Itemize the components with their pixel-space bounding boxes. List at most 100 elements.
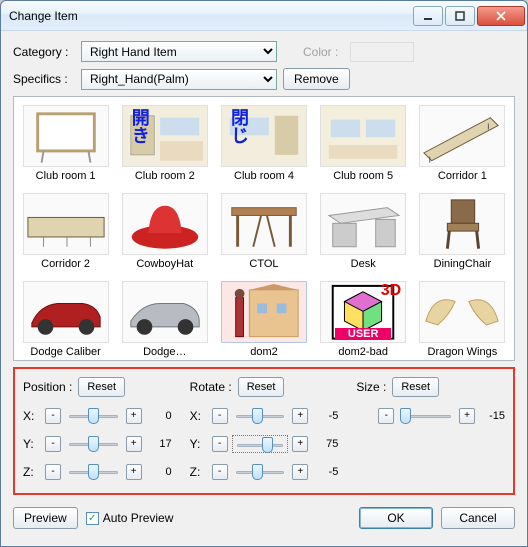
transform-controls: Position : Reset X:-+0Y:-+17Z:-+0 Rotate… [13, 367, 515, 495]
decrement-button[interactable]: - [212, 408, 228, 424]
gallery-thumb [419, 281, 505, 343]
rotate-slider[interactable] [232, 435, 289, 453]
rotate-reset-button[interactable]: Reset [238, 377, 285, 397]
auto-preview-checkbox[interactable]: ✓ Auto Preview [86, 511, 174, 525]
axis-label: Z: [23, 465, 41, 479]
gallery-caption: Dodge Caliber [20, 343, 110, 361]
remove-button[interactable]: Remove [283, 68, 350, 90]
increment-button[interactable]: + [292, 464, 308, 480]
rotate-slider[interactable] [232, 407, 289, 425]
gallery-item[interactable]: dom2 [214, 275, 313, 361]
auto-preview-label: Auto Preview [103, 511, 174, 525]
gallery-item[interactable]: Club room 1 [16, 99, 115, 187]
size-slider[interactable] [398, 407, 455, 425]
maximize-button[interactable] [445, 6, 475, 26]
size-reset-button[interactable]: Reset [392, 377, 439, 397]
decrement-button[interactable]: - [212, 436, 228, 452]
color-chip [350, 42, 414, 62]
gallery-caption: CTOL [219, 255, 309, 273]
cancel-button[interactable]: Cancel [441, 507, 515, 529]
gallery-item[interactable]: Dragon Wings [413, 275, 512, 361]
gallery-thumb [320, 105, 406, 167]
gallery-item[interactable]: Corridor 1 [413, 99, 512, 187]
ok-button[interactable]: OK [359, 507, 433, 529]
size-label: Size : [356, 380, 386, 394]
rotate-column: Rotate : Reset X:-+-5Y:-+75Z:-+-5 [190, 377, 339, 487]
minimize-button[interactable] [413, 6, 443, 26]
item-gallery[interactable]: Club room 1開きClub room 2閉じClub room 4Clu… [13, 96, 515, 361]
axis-value: 0 [146, 410, 172, 422]
increment-button[interactable]: + [292, 436, 308, 452]
gallery-thumb: 開き [122, 105, 208, 167]
gallery-caption: Dragon Wings [417, 343, 507, 361]
check-icon: ✓ [86, 512, 99, 525]
position-axis-row: Y:-+17 [23, 433, 172, 455]
increment-button[interactable]: + [126, 436, 142, 452]
client-area: Category : Right Hand Item Color : Speci… [1, 31, 527, 546]
gallery-item[interactable]: 3DUSERdom2-bad [314, 275, 413, 361]
decrement-button[interactable]: - [45, 408, 61, 424]
decrement-button[interactable]: - [45, 436, 61, 452]
decrement-button[interactable]: - [378, 408, 394, 424]
position-label: Position : [23, 380, 72, 394]
gallery-caption: dom2 [219, 343, 309, 361]
gallery-item[interactable]: Club room 5 [314, 99, 413, 187]
axis-value: 75 [312, 438, 338, 450]
decrement-button[interactable]: - [45, 464, 61, 480]
position-reset-button[interactable]: Reset [78, 377, 125, 397]
gallery-item[interactable]: Desk [314, 187, 413, 275]
position-slider[interactable] [65, 407, 122, 425]
footer: Preview ✓ Auto Preview OK Cancel [13, 501, 515, 529]
gallery-thumb [122, 281, 208, 343]
increment-button[interactable]: + [126, 408, 142, 424]
axis-label: X: [23, 409, 41, 423]
gallery-item[interactable]: Corridor 2 [16, 187, 115, 275]
increment-button[interactable]: + [292, 408, 308, 424]
gallery-caption: Corridor 2 [20, 255, 110, 273]
titlebar[interactable]: Change Item [1, 1, 527, 31]
gallery-item[interactable]: 閉じClub room 4 [214, 99, 313, 187]
rotate-axis-row: Z:-+-5 [190, 461, 339, 483]
gallery-item[interactable]: CTOL [214, 187, 313, 275]
axis-value: -15 [479, 410, 505, 422]
gallery-caption: dom2-bad [318, 343, 408, 361]
axis-label: Y: [23, 437, 41, 451]
position-axis-row: Z:- +0 [23, 461, 172, 483]
category-select[interactable]: Right Hand Item [81, 41, 277, 62]
gallery-thumb [23, 105, 109, 167]
gallery-caption: Club room 4 [219, 167, 309, 185]
increment-button[interactable]: + [459, 408, 475, 424]
gallery-thumb [122, 193, 208, 255]
position-slider[interactable] [65, 463, 122, 481]
gallery-thumb [23, 193, 109, 255]
gallery-caption: Club room 1 [20, 167, 110, 185]
preview-button[interactable]: Preview [13, 507, 78, 529]
position-slider[interactable] [65, 435, 122, 453]
gallery-thumb [23, 281, 109, 343]
gallery-item[interactable]: Dodge… [115, 275, 214, 361]
category-label: Category : [13, 45, 75, 59]
gallery-caption: Club room 2 [120, 167, 210, 185]
gallery-caption: Club room 5 [318, 167, 408, 185]
size-column: Size : Reset - + -15 [356, 377, 505, 487]
close-button[interactable] [477, 6, 525, 26]
gallery-thumb [419, 193, 505, 255]
gallery-item[interactable]: DiningChair [413, 187, 512, 275]
gallery-item[interactable]: Dodge Caliber [16, 275, 115, 361]
gallery-item[interactable]: CowboyHat [115, 187, 214, 275]
specifics-select[interactable]: Right_Hand(Palm) [81, 69, 277, 90]
rotate-axis-row: X:-+-5 [190, 405, 339, 427]
color-label: Color : [303, 45, 338, 59]
position-axis-row: X:- +0 [23, 405, 172, 427]
gallery-thumb: 閉じ [221, 105, 307, 167]
axis-value: -5 [312, 410, 338, 422]
rotate-slider[interactable] [232, 463, 289, 481]
gallery-item[interactable]: 開きClub room 2 [115, 99, 214, 187]
axis-value: 0 [146, 466, 172, 478]
specifics-label: Specifics : [13, 72, 75, 86]
gallery-thumb [221, 193, 307, 255]
increment-button[interactable]: + [126, 464, 142, 480]
size-axis-row: - + -15 [356, 405, 505, 427]
decrement-button[interactable]: - [212, 464, 228, 480]
gallery-caption: Dodge… [120, 343, 210, 361]
